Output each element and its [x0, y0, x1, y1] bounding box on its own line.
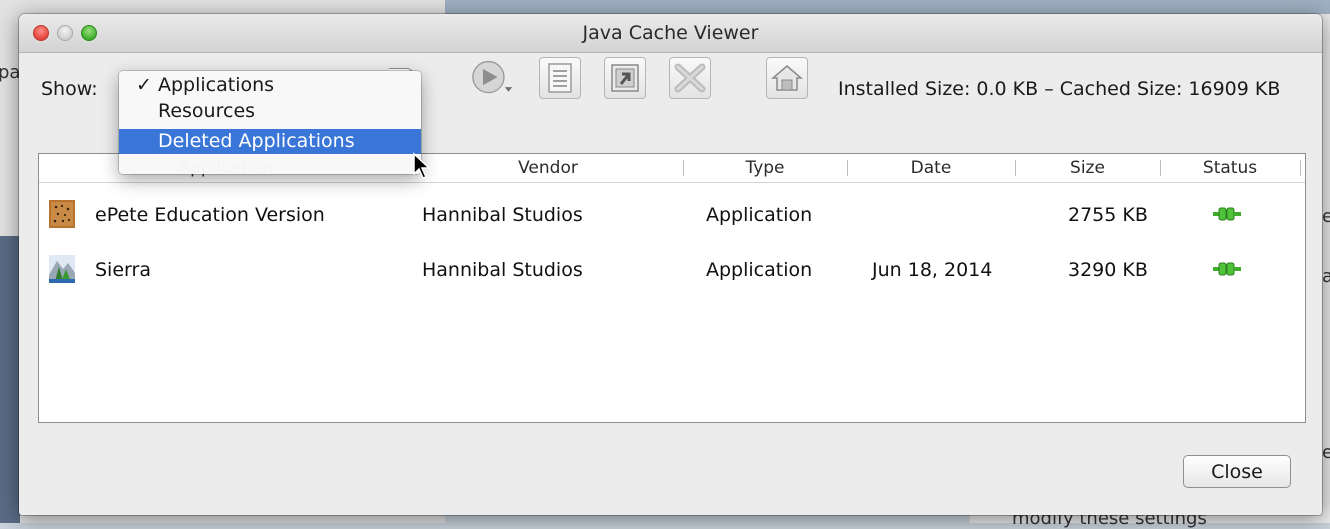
column-header-vendor[interactable]: Vendor — [413, 158, 683, 178]
home-page-button[interactable] — [766, 57, 808, 99]
cell-type: Application — [706, 204, 813, 226]
background-desktop-left — [0, 236, 20, 523]
column-header-size[interactable]: Size — [1015, 158, 1160, 178]
home-icon — [771, 65, 803, 91]
menu-item-label: Deleted Applications — [158, 130, 355, 152]
document-icon — [548, 63, 572, 93]
mouse-pointer-icon — [413, 152, 431, 179]
column-header-type[interactable]: Type — [683, 158, 847, 178]
window-title: Java Cache Viewer — [582, 22, 759, 44]
cell-vendor: Hannibal Studios — [422, 204, 583, 226]
play-icon — [472, 60, 513, 94]
cell-date: Jun 18, 2014 — [872, 259, 993, 281]
menu-item-applications[interactable]: ✓ Applications — [119, 73, 421, 98]
cell-vendor: Hannibal Studios — [422, 259, 583, 281]
show-label: Show: — [41, 78, 98, 100]
cell-size: 2755 KB — [1068, 204, 1148, 226]
delete-button[interactable] — [669, 57, 711, 99]
background-text-fragment: e — [1322, 206, 1330, 227]
column-divider — [1300, 160, 1301, 176]
size-info: Installed Size: 0.0 KB – Cached Size: 16… — [838, 78, 1281, 100]
menu-item-label: Applications — [158, 74, 275, 96]
background-text-fragment: a — [1322, 266, 1330, 287]
background-text-fragment: pa — [0, 62, 21, 83]
sierra-app-icon — [49, 255, 75, 283]
table-row[interactable]: ePete Education Version Hannibal Studios… — [39, 190, 1305, 240]
cell-application: Sierra — [95, 259, 151, 281]
run-button[interactable] — [472, 57, 514, 99]
cell-type: Application — [706, 259, 813, 281]
column-header-date[interactable]: Date — [847, 158, 1015, 178]
column-header-status[interactable]: Status — [1160, 158, 1300, 178]
java-cache-viewer-window: Java Cache Viewer Show: Installed Size: … — [19, 14, 1322, 515]
close-button[interactable]: Close — [1183, 455, 1291, 488]
connected-plug-icon — [1213, 262, 1241, 276]
menu-item-label: Resources — [158, 100, 256, 122]
menu-item-resources[interactable]: Resources — [119, 99, 421, 124]
cache-table[interactable]: Application Vendor Type Date Size Status — [38, 153, 1306, 423]
cell-size: 3290 KB — [1068, 259, 1148, 281]
epete-app-icon — [49, 200, 75, 228]
cell-application: ePete Education Version — [95, 204, 325, 226]
delete-icon — [674, 63, 706, 93]
menu-item-deleted-applications[interactable]: Deleted Applications — [119, 129, 421, 154]
shortcut-icon — [611, 64, 639, 92]
connected-plug-icon — [1213, 207, 1241, 221]
background-text-fragment: e — [1322, 442, 1330, 463]
table-row[interactable]: Sierra Hannibal Studios Application Jun … — [39, 245, 1305, 295]
checkmark-icon: ✓ — [136, 74, 152, 96]
show-dropdown-menu: ✓ Applications Resources Deleted Applica… — [119, 71, 421, 174]
show-jnlp-button[interactable] — [539, 57, 581, 99]
install-shortcut-button[interactable] — [604, 57, 646, 99]
title-bar[interactable]: Java Cache Viewer — [19, 14, 1322, 53]
background-desktop-top — [445, 0, 1330, 14]
